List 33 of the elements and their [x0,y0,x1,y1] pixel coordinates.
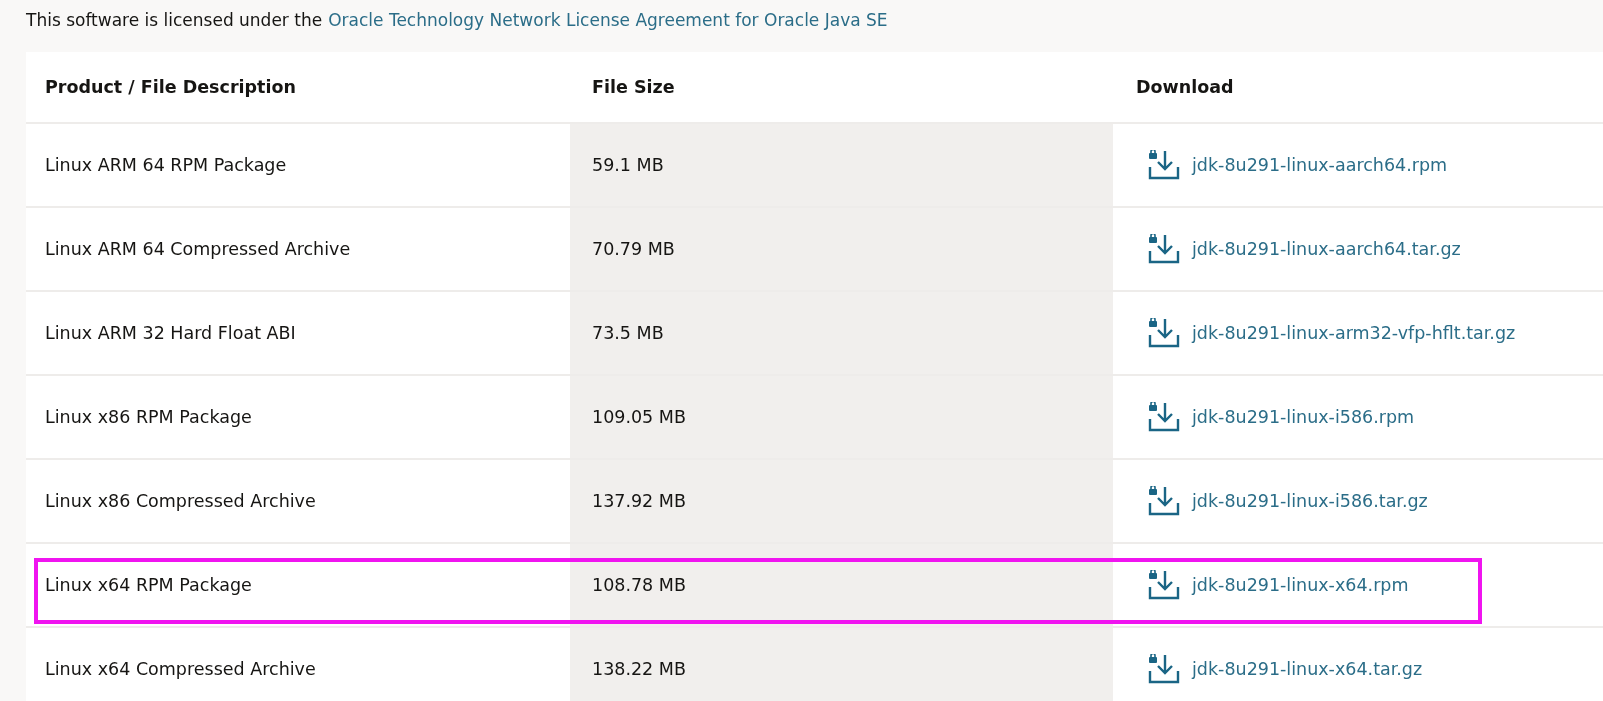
product-description: Linux ARM 64 RPM Package [45,155,287,175]
download-link[interactable]: jdk-8u291-linux-aarch64.tar.gz [1148,234,1461,264]
column-header: File Size [592,77,675,97]
product-description: Linux ARM 64 Compressed Archive [45,239,351,259]
download-icon [1148,402,1180,432]
product-description: Linux x64 RPM Package [45,575,252,595]
download-icon [1148,570,1180,600]
download-icon [1148,150,1180,180]
product-description: Linux x86 Compressed Archive [45,491,316,511]
column-header: Product / File Description [45,77,296,97]
download-link[interactable]: jdk-8u291-linux-x64.tar.gz [1148,654,1423,684]
download-link[interactable]: jdk-8u291-linux-arm32-vfp-hflt.tar.gz [1148,318,1516,348]
license-text: This software is licensed under the [26,10,323,30]
download-icon [1148,234,1180,264]
file-size: 70.79 MB [592,239,675,259]
download-link[interactable]: jdk-8u291-linux-i586.tar.gz [1148,486,1428,516]
download-link[interactable]: jdk-8u291-linux-x64.rpm [1148,570,1409,600]
column-header: Download [1136,77,1234,97]
license-link[interactable]: Oracle Technology Network License Agreement for Oracle Java SE [328,10,888,30]
file-size: 59.1 MB [592,155,664,175]
file-size: 108.78 MB [592,575,686,595]
file-size: 109.05 MB [592,407,686,427]
file-size: 137.92 MB [592,491,686,511]
download-link[interactable]: jdk-8u291-linux-i586.rpm [1148,402,1415,432]
download-link[interactable]: jdk-8u291-linux-aarch64.rpm [1148,150,1448,180]
download-icon [1148,654,1180,684]
download-icon [1148,486,1180,516]
product-description: Linux x86 RPM Package [45,407,252,427]
product-description: Linux x64 Compressed Archive [45,659,316,679]
product-description: Linux ARM 32 Hard Float ABI [45,323,296,343]
file-size: 138.22 MB [592,659,686,679]
download-icon [1148,318,1180,348]
file-size: 73.5 MB [592,323,664,343]
